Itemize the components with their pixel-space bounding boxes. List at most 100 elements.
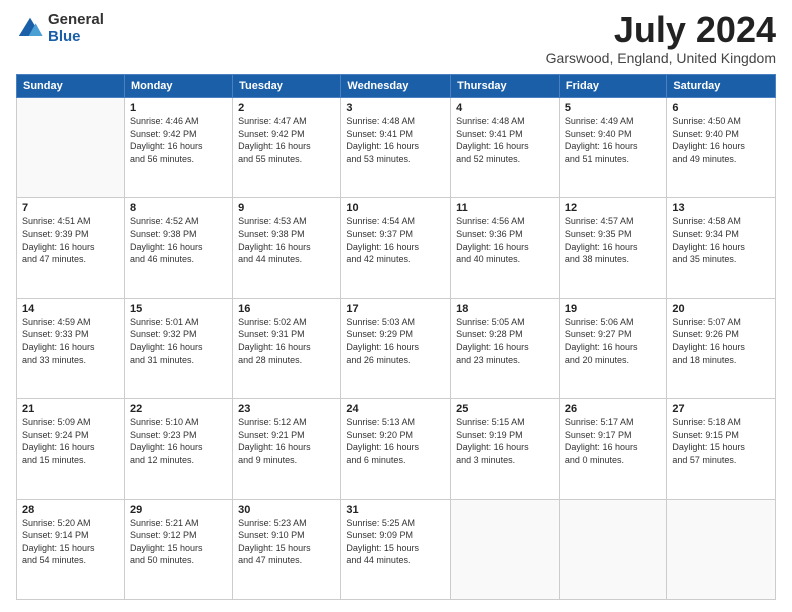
location: Garswood, England, United Kingdom xyxy=(546,50,776,66)
table-cell xyxy=(451,499,560,599)
table-cell: 23Sunrise: 5:12 AM Sunset: 9:21 PM Dayli… xyxy=(233,399,341,499)
calendar-header-row: Sunday Monday Tuesday Wednesday Thursday… xyxy=(17,75,776,98)
cell-info: Sunrise: 5:09 AM Sunset: 9:24 PM Dayligh… xyxy=(22,416,119,466)
cell-info: Sunrise: 4:47 AM Sunset: 9:42 PM Dayligh… xyxy=(238,115,335,165)
table-cell: 19Sunrise: 5:06 AM Sunset: 9:27 PM Dayli… xyxy=(559,298,666,398)
cell-info: Sunrise: 5:23 AM Sunset: 9:10 PM Dayligh… xyxy=(238,517,335,567)
table-cell: 11Sunrise: 4:56 AM Sunset: 9:36 PM Dayli… xyxy=(451,198,560,298)
table-cell: 6Sunrise: 4:50 AM Sunset: 9:40 PM Daylig… xyxy=(667,98,776,198)
cell-date: 31 xyxy=(346,504,445,516)
cell-date: 23 xyxy=(238,403,335,415)
table-cell: 25Sunrise: 5:15 AM Sunset: 9:19 PM Dayli… xyxy=(451,399,560,499)
table-cell: 17Sunrise: 5:03 AM Sunset: 9:29 PM Dayli… xyxy=(341,298,451,398)
col-tuesday: Tuesday xyxy=(233,75,341,98)
cell-info: Sunrise: 5:05 AM Sunset: 9:28 PM Dayligh… xyxy=(456,316,554,366)
cell-info: Sunrise: 5:10 AM Sunset: 9:23 PM Dayligh… xyxy=(130,416,227,466)
cell-info: Sunrise: 4:51 AM Sunset: 9:39 PM Dayligh… xyxy=(22,215,119,265)
cell-info: Sunrise: 5:01 AM Sunset: 9:32 PM Dayligh… xyxy=(130,316,227,366)
table-cell: 7Sunrise: 4:51 AM Sunset: 9:39 PM Daylig… xyxy=(17,198,125,298)
cell-info: Sunrise: 5:15 AM Sunset: 9:19 PM Dayligh… xyxy=(456,416,554,466)
table-cell: 16Sunrise: 5:02 AM Sunset: 9:31 PM Dayli… xyxy=(233,298,341,398)
cell-date: 30 xyxy=(238,504,335,516)
cell-info: Sunrise: 4:59 AM Sunset: 9:33 PM Dayligh… xyxy=(22,316,119,366)
table-cell: 26Sunrise: 5:17 AM Sunset: 9:17 PM Dayli… xyxy=(559,399,666,499)
cell-date: 28 xyxy=(22,504,119,516)
col-sunday: Sunday xyxy=(17,75,125,98)
table-cell: 9Sunrise: 4:53 AM Sunset: 9:38 PM Daylig… xyxy=(233,198,341,298)
cell-info: Sunrise: 5:25 AM Sunset: 9:09 PM Dayligh… xyxy=(346,517,445,567)
logo-blue: Blue xyxy=(48,29,104,46)
cell-info: Sunrise: 5:02 AM Sunset: 9:31 PM Dayligh… xyxy=(238,316,335,366)
week-row-3: 14Sunrise: 4:59 AM Sunset: 9:33 PM Dayli… xyxy=(17,298,776,398)
table-cell: 28Sunrise: 5:20 AM Sunset: 9:14 PM Dayli… xyxy=(17,499,125,599)
cell-info: Sunrise: 4:48 AM Sunset: 9:41 PM Dayligh… xyxy=(346,115,445,165)
cell-info: Sunrise: 5:13 AM Sunset: 9:20 PM Dayligh… xyxy=(346,416,445,466)
table-cell: 13Sunrise: 4:58 AM Sunset: 9:34 PM Dayli… xyxy=(667,198,776,298)
table-cell: 8Sunrise: 4:52 AM Sunset: 9:38 PM Daylig… xyxy=(124,198,232,298)
table-cell: 27Sunrise: 5:18 AM Sunset: 9:15 PM Dayli… xyxy=(667,399,776,499)
cell-date: 22 xyxy=(130,403,227,415)
header: General Blue July 2024 Garswood, England… xyxy=(16,12,776,66)
cell-info: Sunrise: 4:57 AM Sunset: 9:35 PM Dayligh… xyxy=(565,215,661,265)
cell-date: 5 xyxy=(565,102,661,114)
cell-info: Sunrise: 4:50 AM Sunset: 9:40 PM Dayligh… xyxy=(672,115,770,165)
cell-info: Sunrise: 5:06 AM Sunset: 9:27 PM Dayligh… xyxy=(565,316,661,366)
col-monday: Monday xyxy=(124,75,232,98)
logo-text: General Blue xyxy=(48,12,104,45)
cell-date: 17 xyxy=(346,303,445,315)
table-cell: 10Sunrise: 4:54 AM Sunset: 9:37 PM Dayli… xyxy=(341,198,451,298)
header-right: July 2024 Garswood, England, United King… xyxy=(546,12,776,66)
cell-info: Sunrise: 5:20 AM Sunset: 9:14 PM Dayligh… xyxy=(22,517,119,567)
cell-date: 7 xyxy=(22,202,119,214)
cell-date: 6 xyxy=(672,102,770,114)
table-cell: 20Sunrise: 5:07 AM Sunset: 9:26 PM Dayli… xyxy=(667,298,776,398)
cell-date: 2 xyxy=(238,102,335,114)
week-row-1: 1Sunrise: 4:46 AM Sunset: 9:42 PM Daylig… xyxy=(17,98,776,198)
table-cell: 1Sunrise: 4:46 AM Sunset: 9:42 PM Daylig… xyxy=(124,98,232,198)
cell-info: Sunrise: 4:49 AM Sunset: 9:40 PM Dayligh… xyxy=(565,115,661,165)
col-thursday: Thursday xyxy=(451,75,560,98)
week-row-5: 28Sunrise: 5:20 AM Sunset: 9:14 PM Dayli… xyxy=(17,499,776,599)
cell-date: 15 xyxy=(130,303,227,315)
cell-info: Sunrise: 5:12 AM Sunset: 9:21 PM Dayligh… xyxy=(238,416,335,466)
cell-date: 25 xyxy=(456,403,554,415)
table-cell: 21Sunrise: 5:09 AM Sunset: 9:24 PM Dayli… xyxy=(17,399,125,499)
calendar-table: Sunday Monday Tuesday Wednesday Thursday… xyxy=(16,74,776,600)
table-cell: 18Sunrise: 5:05 AM Sunset: 9:28 PM Dayli… xyxy=(451,298,560,398)
table-cell: 24Sunrise: 5:13 AM Sunset: 9:20 PM Dayli… xyxy=(341,399,451,499)
cell-info: Sunrise: 4:53 AM Sunset: 9:38 PM Dayligh… xyxy=(238,215,335,265)
cell-info: Sunrise: 4:48 AM Sunset: 9:41 PM Dayligh… xyxy=(456,115,554,165)
table-cell xyxy=(17,98,125,198)
cell-info: Sunrise: 5:03 AM Sunset: 9:29 PM Dayligh… xyxy=(346,316,445,366)
cell-date: 1 xyxy=(130,102,227,114)
cell-date: 16 xyxy=(238,303,335,315)
col-saturday: Saturday xyxy=(667,75,776,98)
cell-date: 26 xyxy=(565,403,661,415)
cell-date: 4 xyxy=(456,102,554,114)
logo: General Blue xyxy=(16,12,104,45)
table-cell: 14Sunrise: 4:59 AM Sunset: 9:33 PM Dayli… xyxy=(17,298,125,398)
cell-date: 8 xyxy=(130,202,227,214)
cell-info: Sunrise: 4:54 AM Sunset: 9:37 PM Dayligh… xyxy=(346,215,445,265)
table-cell: 2Sunrise: 4:47 AM Sunset: 9:42 PM Daylig… xyxy=(233,98,341,198)
cell-date: 24 xyxy=(346,403,445,415)
table-cell: 3Sunrise: 4:48 AM Sunset: 9:41 PM Daylig… xyxy=(341,98,451,198)
cell-info: Sunrise: 4:46 AM Sunset: 9:42 PM Dayligh… xyxy=(130,115,227,165)
cell-date: 14 xyxy=(22,303,119,315)
table-cell: 22Sunrise: 5:10 AM Sunset: 9:23 PM Dayli… xyxy=(124,399,232,499)
cell-info: Sunrise: 5:18 AM Sunset: 9:15 PM Dayligh… xyxy=(672,416,770,466)
cell-info: Sunrise: 5:07 AM Sunset: 9:26 PM Dayligh… xyxy=(672,316,770,366)
table-cell: 15Sunrise: 5:01 AM Sunset: 9:32 PM Dayli… xyxy=(124,298,232,398)
table-cell: 4Sunrise: 4:48 AM Sunset: 9:41 PM Daylig… xyxy=(451,98,560,198)
week-row-4: 21Sunrise: 5:09 AM Sunset: 9:24 PM Dayli… xyxy=(17,399,776,499)
col-wednesday: Wednesday xyxy=(341,75,451,98)
table-cell: 29Sunrise: 5:21 AM Sunset: 9:12 PM Dayli… xyxy=(124,499,232,599)
cell-info: Sunrise: 5:21 AM Sunset: 9:12 PM Dayligh… xyxy=(130,517,227,567)
cell-date: 19 xyxy=(565,303,661,315)
cell-date: 10 xyxy=(346,202,445,214)
cell-date: 21 xyxy=(22,403,119,415)
table-cell: 30Sunrise: 5:23 AM Sunset: 9:10 PM Dayli… xyxy=(233,499,341,599)
logo-general: General xyxy=(48,12,104,29)
col-friday: Friday xyxy=(559,75,666,98)
month-title: July 2024 xyxy=(546,12,776,48)
